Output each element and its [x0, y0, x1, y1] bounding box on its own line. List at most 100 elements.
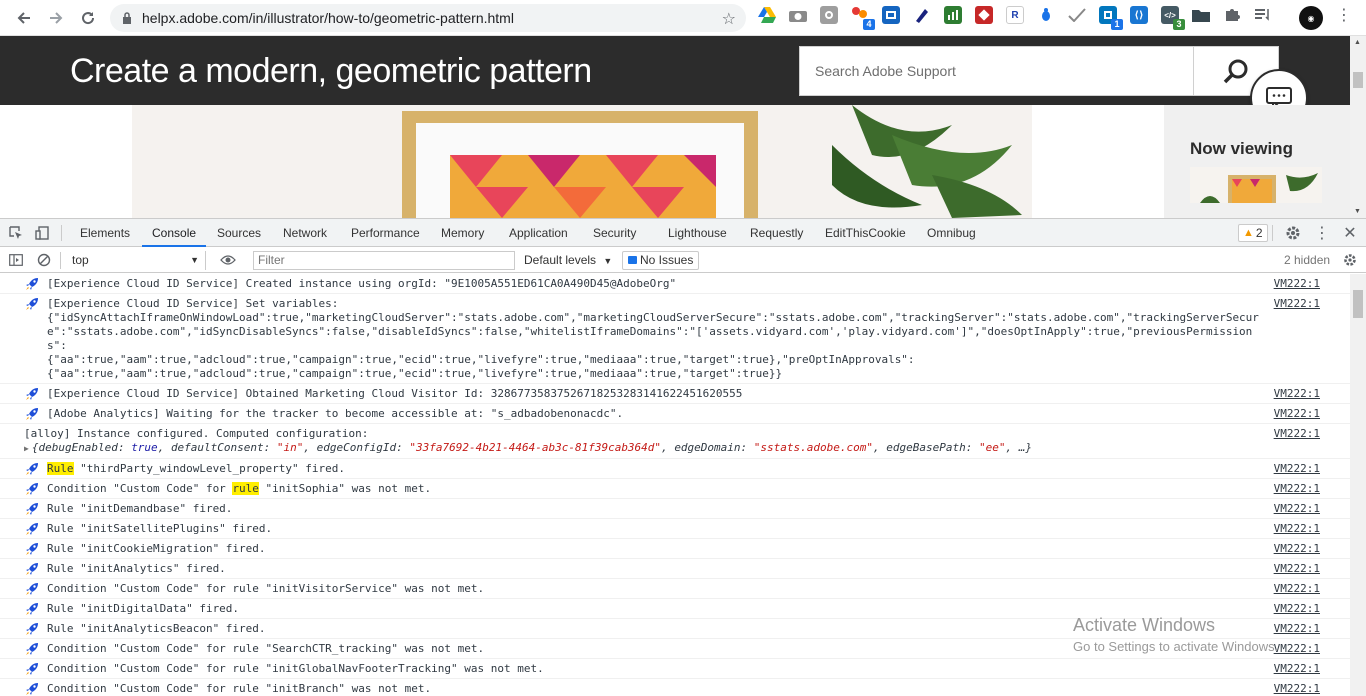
puzzle-extensions-icon[interactable]: [1223, 6, 1241, 24]
warnings-badge[interactable]: ▲ 2: [1238, 224, 1268, 242]
rocket-icon: [25, 642, 39, 656]
console-settings-gear-icon[interactable]: [1342, 252, 1358, 268]
search-input[interactable]: Search Adobe Support: [799, 46, 1279, 96]
tab-elements[interactable]: Elements: [80, 219, 130, 247]
devtools-extension-icon[interactable]: </> 3: [1161, 6, 1185, 30]
source-link[interactable]: VM222:1: [1274, 482, 1320, 496]
tab-lighthouse[interactable]: Lighthouse: [668, 219, 727, 247]
clear-console-icon[interactable]: [36, 252, 52, 268]
devtools-tabbar: Elements Console Sources Network Perform…: [0, 219, 1366, 247]
tab-network[interactable]: Network: [283, 219, 327, 247]
address-bar[interactable]: helpx.adobe.com/in/illustrator/how-to/ge…: [110, 4, 746, 32]
source-link[interactable]: VM222:1: [1274, 277, 1320, 291]
tab-memory[interactable]: Memory: [441, 219, 484, 247]
settings-gear-icon[interactable]: [1285, 225, 1301, 241]
tab-editthiscookie[interactable]: EditThisCookie: [825, 219, 906, 247]
check-extension-icon[interactable]: [1068, 6, 1086, 24]
console-scrollbar[interactable]: [1350, 274, 1366, 696]
source-link[interactable]: VM222:1: [1274, 562, 1320, 576]
source-link[interactable]: VM222:1: [1274, 542, 1320, 556]
search-highlight: Rule: [47, 462, 74, 475]
console-message-text: [alloy] Instance configured. Computed co…: [24, 427, 369, 440]
console-scroll-thumb[interactable]: [1353, 290, 1363, 318]
r-extension-icon[interactable]: R: [1006, 6, 1024, 24]
browser-menu-icon[interactable]: ⋮: [1336, 8, 1352, 24]
source-link[interactable]: VM222:1: [1274, 622, 1320, 636]
tab-security[interactable]: Security: [593, 219, 636, 247]
console-message-text: Rule "initDemandbase" fired.: [47, 502, 233, 515]
context-select[interactable]: top ▼: [66, 251, 206, 270]
now-viewing-panel: Now viewing: [1164, 105, 1350, 218]
tab-sources[interactable]: Sources: [217, 219, 261, 247]
profile-avatar[interactable]: ◉: [1299, 6, 1323, 30]
log-levels-dropdown[interactable]: Default levels ▼: [524, 251, 612, 270]
red-extension-icon[interactable]: [975, 6, 993, 24]
pen-extension-icon[interactable]: [913, 6, 931, 24]
tabbar-divider: [1272, 225, 1273, 241]
tab-console[interactable]: Console: [142, 219, 207, 247]
warning-icon: ▲: [1243, 227, 1254, 239]
back-icon[interactable]: [8, 2, 40, 34]
reading-list-icon[interactable]: [1254, 6, 1272, 24]
source-link[interactable]: VM222:1: [1274, 642, 1320, 656]
source-link[interactable]: VM222:1: [1274, 502, 1320, 516]
filter-input[interactable]: Filter: [253, 251, 515, 270]
issues-button[interactable]: No Issues: [622, 251, 700, 270]
extensions-bar: 4 R 1 ⟨⟩ </> 3: [758, 6, 1285, 30]
now-viewing-thumbnail[interactable]: [1190, 167, 1322, 203]
inspect-element-icon[interactable]: [8, 225, 24, 241]
chevron-down-icon: ▼: [603, 256, 613, 266]
chart-extension-icon[interactable]: [944, 6, 962, 24]
source-link[interactable]: VM222:1: [1274, 297, 1320, 311]
source-link[interactable]: VM222:1: [1274, 407, 1320, 421]
colorful-extension-icon[interactable]: 4: [851, 6, 875, 30]
source-link[interactable]: VM222:1: [1274, 522, 1320, 536]
drive-extension-icon[interactable]: [758, 6, 776, 24]
rocket-icon: [25, 542, 39, 556]
source-link[interactable]: VM222:1: [1274, 662, 1320, 676]
page-scrollbar[interactable]: ▲ ▼: [1350, 36, 1366, 218]
reload-icon[interactable]: [72, 2, 104, 34]
bookmark-star-icon[interactable]: ☆: [722, 9, 736, 29]
forward-icon[interactable]: [40, 2, 72, 34]
device-toolbar-icon[interactable]: [34, 225, 50, 241]
tab-omnibug[interactable]: Omnibug: [927, 219, 976, 247]
tab-requestly[interactable]: Requestly: [750, 219, 803, 247]
close-devtools-icon[interactable]: ✕: [1342, 225, 1358, 242]
console-message: [Experience Cloud ID Service] Obtained M…: [0, 384, 1350, 404]
blue-extension-icon[interactable]: 1: [1099, 6, 1123, 30]
toolbar-divider: [60, 252, 61, 269]
folder-extension-icon[interactable]: [1192, 6, 1210, 24]
console-message-text: Rule "initAnalytics" fired.: [47, 562, 226, 575]
camera-extension-icon[interactable]: [789, 6, 807, 24]
tab-performance[interactable]: Performance: [351, 219, 420, 247]
sidebar-toggle-icon[interactable]: [8, 252, 24, 268]
page-scroll-thumb[interactable]: [1353, 72, 1363, 88]
scroll-down-icon[interactable]: ▼: [1354, 208, 1361, 215]
rocket-icon: [25, 682, 39, 696]
bug-extension-icon[interactable]: [1037, 6, 1055, 24]
devtools-menu-icon[interactable]: ⋮: [1314, 225, 1330, 242]
expand-triangle-icon[interactable]: ▶: [24, 444, 29, 453]
source-link[interactable]: VM222:1: [1274, 682, 1320, 696]
console-message: [alloy] Instance configured. Computed co…: [0, 424, 1350, 459]
code-extension-icon[interactable]: ⟨⟩: [1130, 6, 1148, 24]
console-message: Rule "initDemandbase" fired. VM222:1: [0, 499, 1350, 519]
record-extension-icon[interactable]: [820, 6, 838, 24]
console-message-text: Rule "initAnalyticsBeacon" fired.: [47, 622, 266, 635]
console-message-text: [Experience Cloud ID Service] Obtained M…: [47, 387, 743, 400]
source-link[interactable]: VM222:1: [1274, 387, 1320, 401]
source-link[interactable]: VM222:1: [1274, 602, 1320, 616]
screen-extension-icon[interactable]: [882, 6, 900, 24]
live-expression-eye-icon[interactable]: [220, 252, 236, 268]
console-message-text: Condition "Custom Code" for rule "initSo…: [47, 482, 432, 495]
warning-count: 2: [1255, 226, 1263, 240]
tab-application[interactable]: Application: [509, 219, 568, 247]
source-link[interactable]: VM222:1: [1274, 462, 1320, 476]
source-link[interactable]: VM222:1: [1274, 582, 1320, 596]
chevron-down-icon: ▼: [190, 255, 199, 265]
scroll-up-icon[interactable]: ▲: [1354, 39, 1361, 46]
source-link[interactable]: VM222:1: [1274, 427, 1320, 441]
expandable-object[interactable]: ▶ {debugEnabled: true, defaultConsent: "i…: [24, 441, 1260, 456]
rocket-icon: [25, 562, 39, 576]
